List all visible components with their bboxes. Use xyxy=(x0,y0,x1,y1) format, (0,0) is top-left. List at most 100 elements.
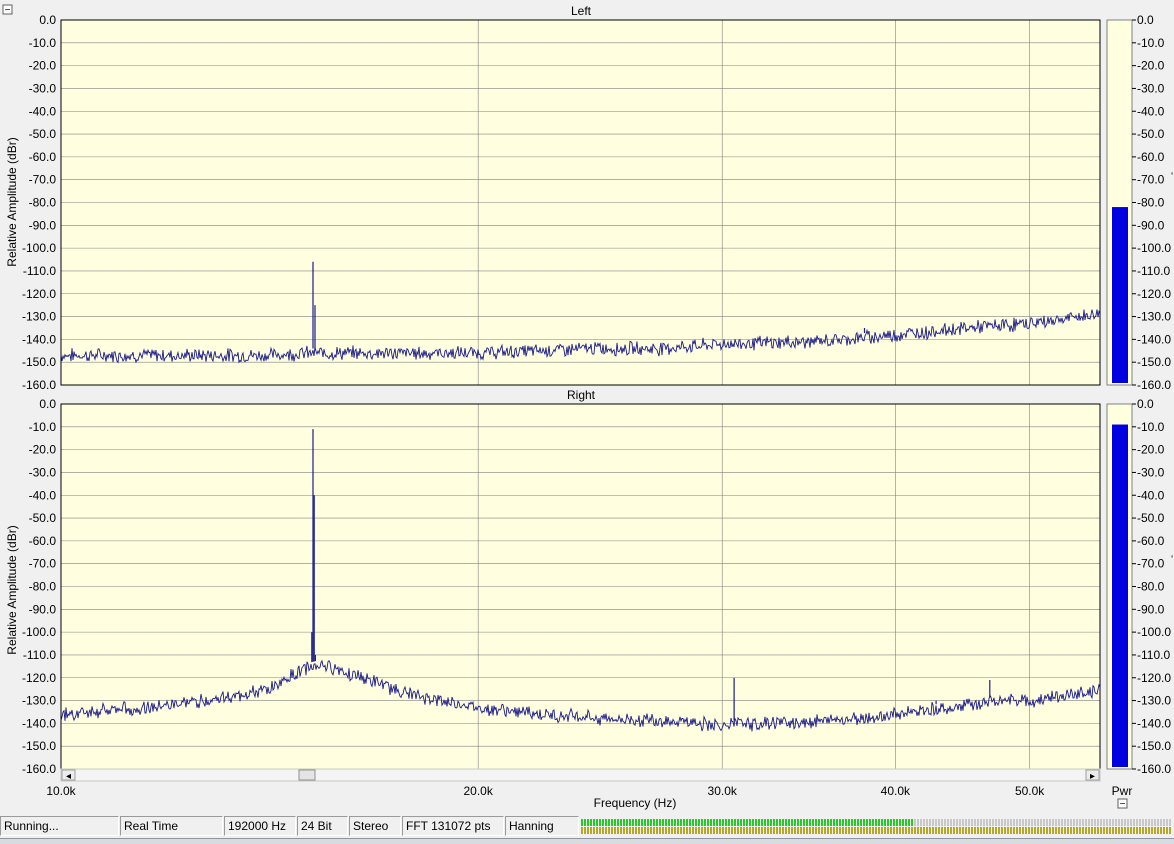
right-meter-marker-icon: ‘ xyxy=(1171,554,1173,565)
collapse-button[interactable]: − xyxy=(2,4,13,16)
meter-tick-label: -60.0 xyxy=(1137,150,1165,164)
meter-tick-label: -90.0 xyxy=(1137,218,1165,232)
y-tick-label: -20.0 xyxy=(29,443,57,457)
y-tick-label: -40.0 xyxy=(29,104,57,118)
bottom-toggle-button[interactable]: − xyxy=(1117,798,1128,810)
y-tick-label: -60.0 xyxy=(29,534,57,548)
status-running: Running... xyxy=(0,816,119,836)
spectrum-analyzer-plots: − Left 0.0 -10.0 -20.0 -30.0 -40.0 -50.0 -60.0… xyxy=(0,0,1174,812)
meter-tick-label: 0.0 xyxy=(1137,397,1154,411)
left-power-meter-bar xyxy=(1112,207,1128,383)
y-tick-label: -130.0 xyxy=(22,694,56,708)
scroll-right-button[interactable]: ▸ xyxy=(1085,769,1100,782)
meter-tick-label: -110.0 xyxy=(1137,648,1170,662)
meter-tick-label: -120.0 xyxy=(1137,287,1171,301)
collapse-icon: − xyxy=(5,5,11,16)
meter-tick-label: -50.0 xyxy=(1137,127,1165,141)
right-chart-title: Right xyxy=(567,388,596,402)
y-tick-label: -160.0 xyxy=(22,378,56,392)
x-tick-label: 40.0k xyxy=(881,784,911,798)
y-tick-label: -120.0 xyxy=(22,671,56,685)
y-tick-label: 0.0 xyxy=(39,397,56,411)
meter-tick-label: -100.0 xyxy=(1137,241,1171,255)
meter-tick-label: -20.0 xyxy=(1137,443,1165,457)
status-bit-depth[interactable]: 24 Bit xyxy=(297,816,348,836)
left-meter-marker-icon: ‘ xyxy=(1171,171,1173,182)
y-tick-label: -10.0 xyxy=(29,420,57,434)
y-tick-label: -30.0 xyxy=(29,81,57,95)
status-sample-rate[interactable]: 192000 Hz xyxy=(224,816,296,836)
right-channel-panel: Right 0.0 -10.0 -20.0 -30.0 -40.0 -50.0 -60.0 -… xyxy=(5,388,1173,776)
y-tick-label: -60.0 xyxy=(29,150,57,164)
meter-tick-label: -130.0 xyxy=(1137,694,1171,708)
y-tick-label: -150.0 xyxy=(22,355,56,369)
meter-tick-label: -110.0 xyxy=(1137,264,1170,278)
horizontal-scrollbar[interactable]: ◂ ▸ xyxy=(60,768,1101,782)
meter-tick-label: -160.0 xyxy=(1137,378,1171,392)
meter-tick-label: -160.0 xyxy=(1137,762,1171,776)
y-tick-label: -110.0 xyxy=(23,264,56,278)
status-channels[interactable]: Stereo xyxy=(349,816,401,836)
minus-icon: − xyxy=(1120,799,1126,810)
left-chart-title: Left xyxy=(571,4,592,18)
input-level-meter xyxy=(580,816,1174,836)
y-tick-label: -140.0 xyxy=(22,332,56,346)
meter-tick-label: -70.0 xyxy=(1137,173,1165,187)
y-tick-label: -40.0 xyxy=(29,488,57,502)
meter-tick-label: -90.0 xyxy=(1137,602,1165,616)
meter-tick-label: -20.0 xyxy=(1137,59,1165,73)
y-tick-label: -90.0 xyxy=(29,602,57,616)
scroll-left-icon: ◂ xyxy=(66,771,71,782)
y-tick-label: -10.0 xyxy=(29,36,57,50)
meter-tick-label: -150.0 xyxy=(1137,739,1171,753)
meter-tick-label: -130.0 xyxy=(1137,310,1171,324)
meter-tick-label: 0.0 xyxy=(1137,13,1154,27)
y-tick-label: -30.0 xyxy=(29,465,57,479)
meter-tick-label: -70.0 xyxy=(1137,557,1165,571)
x-tick-label: 20.0k xyxy=(463,784,493,798)
y-tick-label: -50.0 xyxy=(29,127,57,141)
y-tick-label: -140.0 xyxy=(22,716,56,730)
y-tick-label: -20.0 xyxy=(29,59,57,73)
y-tick-label: -50.0 xyxy=(29,511,57,525)
meter-tick-label: -120.0 xyxy=(1137,671,1171,685)
y-tick-label: -100.0 xyxy=(22,241,56,255)
y-tick-label: -80.0 xyxy=(29,580,57,594)
status-window-function[interactable]: Hanning xyxy=(505,816,579,836)
status-fft-size[interactable]: FFT 131072 pts xyxy=(402,816,504,836)
meter-tick-label: -80.0 xyxy=(1137,580,1165,594)
left-channel-panel: Left 0.0 -10.0 -20.0 -30.0 -40.0 -50.0 -60.0 -7… xyxy=(5,4,1173,392)
meter-tick-label: -40.0 xyxy=(1137,104,1165,118)
x-tick-label: 30.0k xyxy=(708,784,738,798)
meter-tick-label: -60.0 xyxy=(1137,534,1165,548)
status-bar: Running... Real Time 192000 Hz 24 Bit St… xyxy=(0,814,1174,838)
y-tick-label: -120.0 xyxy=(22,287,56,301)
y-tick-label: -130.0 xyxy=(22,310,56,324)
right-y-axis-label: Relative Amplitude (dBr) xyxy=(5,525,19,654)
scroll-left-button[interactable]: ◂ xyxy=(61,769,76,782)
meter-tick-label: -30.0 xyxy=(1137,465,1165,479)
right-power-meter-bar xyxy=(1112,424,1128,767)
x-tick-label: 10.0k xyxy=(46,784,76,798)
y-tick-label: -80.0 xyxy=(29,196,57,210)
scroll-right-icon: ▸ xyxy=(1090,771,1095,782)
x-tick-label: 50.0k xyxy=(1015,784,1045,798)
meter-tick-label: -30.0 xyxy=(1137,81,1165,95)
meter-tick-label: -50.0 xyxy=(1137,511,1165,525)
y-tick-label: 0.0 xyxy=(39,13,56,27)
y-tick-label: -100.0 xyxy=(22,625,56,639)
meter-tick-label: -150.0 xyxy=(1137,355,1171,369)
scroll-thumb[interactable] xyxy=(298,769,316,781)
meter-tick-label: -140.0 xyxy=(1137,332,1171,346)
meter-tick-label: -40.0 xyxy=(1137,488,1165,502)
taskbar-edge xyxy=(0,838,1174,844)
status-mode[interactable]: Real Time xyxy=(120,816,223,836)
y-tick-label: -150.0 xyxy=(22,739,56,753)
meter-tick-label: -140.0 xyxy=(1137,716,1171,730)
y-tick-label: -70.0 xyxy=(29,557,57,571)
meter-tick-label: -10.0 xyxy=(1137,36,1165,50)
y-tick-label: -160.0 xyxy=(22,762,56,776)
meter-tick-label: -10.0 xyxy=(1137,420,1165,434)
meter-tick-label: -100.0 xyxy=(1137,625,1171,639)
x-axis-label: Frequency (Hz) xyxy=(594,796,677,810)
